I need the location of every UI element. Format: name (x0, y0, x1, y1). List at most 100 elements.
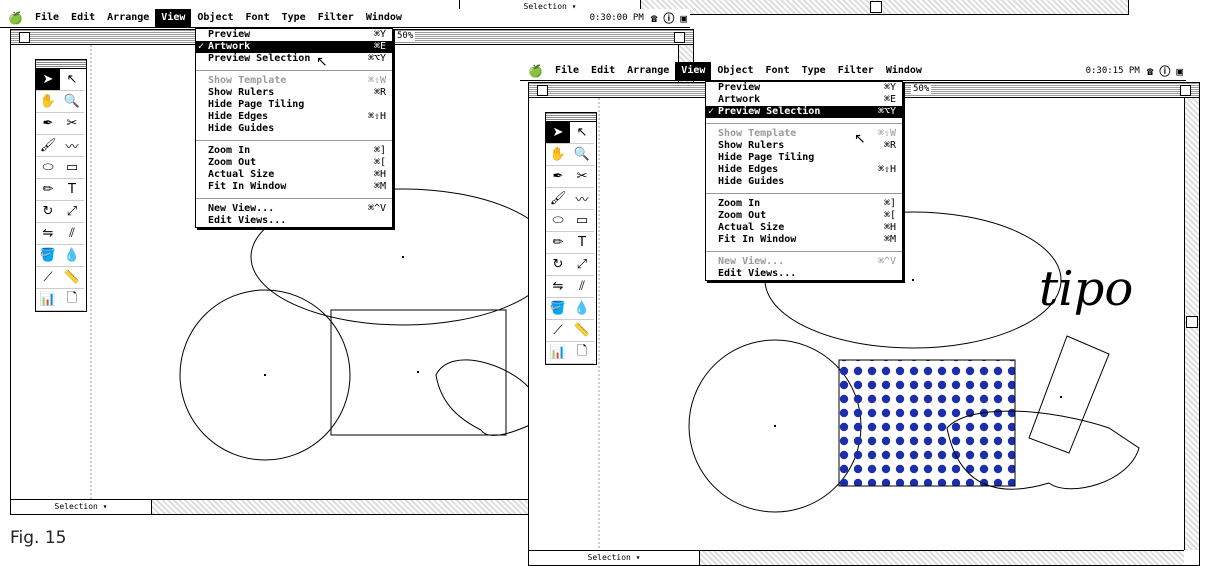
menu-edit[interactable]: Edit (585, 62, 621, 80)
pencil-icon[interactable]: ✏ (36, 179, 60, 201)
menu-window[interactable]: Window (360, 9, 408, 27)
menu-file[interactable]: File (549, 62, 585, 80)
menu-item-hide-edges[interactable]: Hide Edges ⌘⇧H (196, 111, 392, 123)
artwork-text[interactable]: tipo (1039, 261, 1133, 317)
page-icon[interactable]: 🗋 (60, 289, 84, 311)
left-status-popup[interactable]: Selection ▾ (11, 500, 152, 514)
shear-icon[interactable]: ⫽ (60, 223, 84, 245)
brush-icon[interactable]: 🖌 (546, 188, 570, 210)
rotate-icon[interactable]: ↻ (36, 201, 60, 223)
left-zoom-box[interactable] (674, 32, 685, 43)
rectangle-icon[interactable]: ▭ (60, 157, 84, 179)
right-horizontal-scrollbar[interactable]: Selection ▾ (529, 550, 1184, 565)
menu-item-actual-size[interactable]: Actual Size ⌘H (706, 222, 902, 234)
right-vertical-scrollbar[interactable] (1184, 98, 1199, 550)
menu-item-fit-in-window[interactable]: Fit In Window ⌘M (706, 234, 902, 246)
rotate-icon[interactable]: ↻ (546, 254, 570, 276)
rectangle-icon[interactable]: ▭ (570, 210, 594, 232)
menu-filter[interactable]: Filter (312, 9, 360, 27)
menu-item-zoom-in[interactable]: Zoom In ⌘] (196, 145, 392, 157)
menu-item-edit-views[interactable]: Edit Views... (196, 215, 392, 227)
selection-arrow-icon[interactable]: ➤ (546, 122, 570, 144)
menu-arrange[interactable]: Arrange (101, 9, 155, 27)
menu-edit[interactable]: Edit (65, 9, 101, 27)
eyedropper-icon[interactable]: 💧 (60, 245, 84, 267)
menu-font[interactable]: Font (240, 9, 276, 27)
selection-arrow-icon[interactable]: ➤ (36, 69, 60, 91)
pencil-icon[interactable]: ✏ (546, 232, 570, 254)
graph-icon[interactable]: 📊 (546, 342, 570, 364)
pen-icon[interactable]: ✒ (36, 113, 60, 135)
menu-item-hide-page-tiling[interactable]: Hide Page Tiling (196, 99, 392, 111)
scissors-icon[interactable]: ✂ (570, 166, 594, 188)
reflect-icon[interactable]: ⇋ (36, 223, 60, 245)
type-icon[interactable]: T (570, 232, 594, 254)
right-close-box[interactable] (537, 85, 548, 96)
hand-icon[interactable]: ✋ (546, 144, 570, 166)
help-balloon-icon[interactable]: ⓘ (1156, 63, 1173, 79)
right-zoom-box[interactable] (1180, 85, 1191, 96)
page-icon[interactable]: 🗋 (570, 342, 594, 364)
menu-item-hide-guides[interactable]: Hide Guides (196, 123, 392, 135)
paint-bucket-icon[interactable]: 🪣 (546, 298, 570, 320)
pen-icon[interactable]: ✒ (546, 166, 570, 188)
menu-window[interactable]: Window (880, 62, 928, 80)
menu-item-artwork[interactable]: Artwork ⌘E (706, 94, 902, 106)
menu-item-zoom-out[interactable]: Zoom Out ⌘[ (706, 210, 902, 222)
application-menu-icon[interactable]: ▣ (677, 12, 690, 25)
menu-item-fit-in-window[interactable]: Fit In Window ⌘M (196, 181, 392, 193)
application-menu-icon[interactable]: ▣ (1173, 65, 1186, 78)
apple-menu-icon[interactable]: 🍏 (520, 64, 549, 78)
type-icon[interactable]: T (60, 179, 84, 201)
direct-select-icon[interactable]: ↖ (570, 122, 594, 144)
menu-view[interactable]: View (675, 62, 712, 80)
freehand-icon[interactable]: 〰 (60, 135, 84, 157)
eyedropper-icon[interactable]: 💧 (570, 298, 594, 320)
menu-item-show-rulers[interactable]: Show Rulers ⌘R (196, 87, 392, 99)
blend-icon[interactable]: ⟋ (36, 267, 60, 289)
menu-item-new-view[interactable]: New View... ⌘^V (196, 203, 392, 215)
ellipse-icon[interactable]: ⬭ (546, 210, 570, 232)
scale-icon[interactable]: ⤢ (60, 201, 84, 223)
menu-view[interactable]: View (155, 9, 192, 27)
paint-bucket-icon[interactable]: 🪣 (36, 245, 60, 267)
top-strip-scroll-thumb[interactable] (870, 1, 882, 13)
right-vscroll-thumb[interactable] (1186, 316, 1198, 328)
menu-item-actual-size[interactable]: Actual Size ⌘H (196, 169, 392, 181)
blend-icon[interactable]: ⟋ (546, 320, 570, 342)
toolbox-titlebar[interactable] (546, 113, 596, 122)
ellipse-icon[interactable]: ⬭ (36, 157, 60, 179)
zoom-icon[interactable]: 🔍 (60, 91, 84, 113)
menu-arrange[interactable]: Arrange (621, 62, 675, 80)
apple-menu-icon[interactable]: 🍏 (0, 11, 29, 25)
menu-item-zoom-out[interactable]: Zoom Out ⌘[ (196, 157, 392, 169)
menu-item-hide-edges[interactable]: Hide Edges ⌘⇧H (706, 164, 902, 176)
left-close-box[interactable] (19, 32, 30, 43)
menu-object[interactable]: Object (711, 62, 759, 80)
brush-icon[interactable]: 🖌 (36, 135, 60, 157)
menu-item-hide-guides[interactable]: Hide Guides (706, 176, 902, 188)
right-status-popup[interactable]: Selection ▾ (529, 551, 700, 565)
menu-item-preview[interactable]: Preview ⌘Y (196, 29, 392, 41)
menu-font[interactable]: Font (760, 62, 796, 80)
menu-file[interactable]: File (29, 9, 65, 27)
menu-item-zoom-in[interactable]: Zoom In ⌘] (706, 198, 902, 210)
scale-icon[interactable]: ⤢ (570, 254, 594, 276)
measure-icon[interactable]: 📏 (570, 320, 594, 342)
scissors-icon[interactable]: ✂ (60, 113, 84, 135)
zoom-icon[interactable]: 🔍 (570, 144, 594, 166)
menu-item-preview[interactable]: Preview ⌘Y (706, 82, 902, 94)
menu-item-edit-views[interactable]: Edit Views... (706, 268, 902, 280)
menu-object[interactable]: Object (191, 9, 239, 27)
menu-item-artwork[interactable]: ✓ Artwork ⌘E (196, 41, 392, 53)
phone-icon[interactable]: ☎ (1144, 65, 1157, 78)
direct-select-icon[interactable]: ↖ (60, 69, 84, 91)
menu-item-hide-page-tiling[interactable]: Hide Page Tiling (706, 152, 902, 164)
menu-type[interactable]: Type (276, 9, 312, 27)
measure-icon[interactable]: 📏 (60, 267, 84, 289)
menu-type[interactable]: Type (796, 62, 832, 80)
menu-item-preview-selection[interactable]: ✓ Preview Selection ⌘⌥Y (706, 106, 902, 118)
freehand-icon[interactable]: 〰 (570, 188, 594, 210)
reflect-icon[interactable]: ⇋ (546, 276, 570, 298)
menu-filter[interactable]: Filter (832, 62, 880, 80)
